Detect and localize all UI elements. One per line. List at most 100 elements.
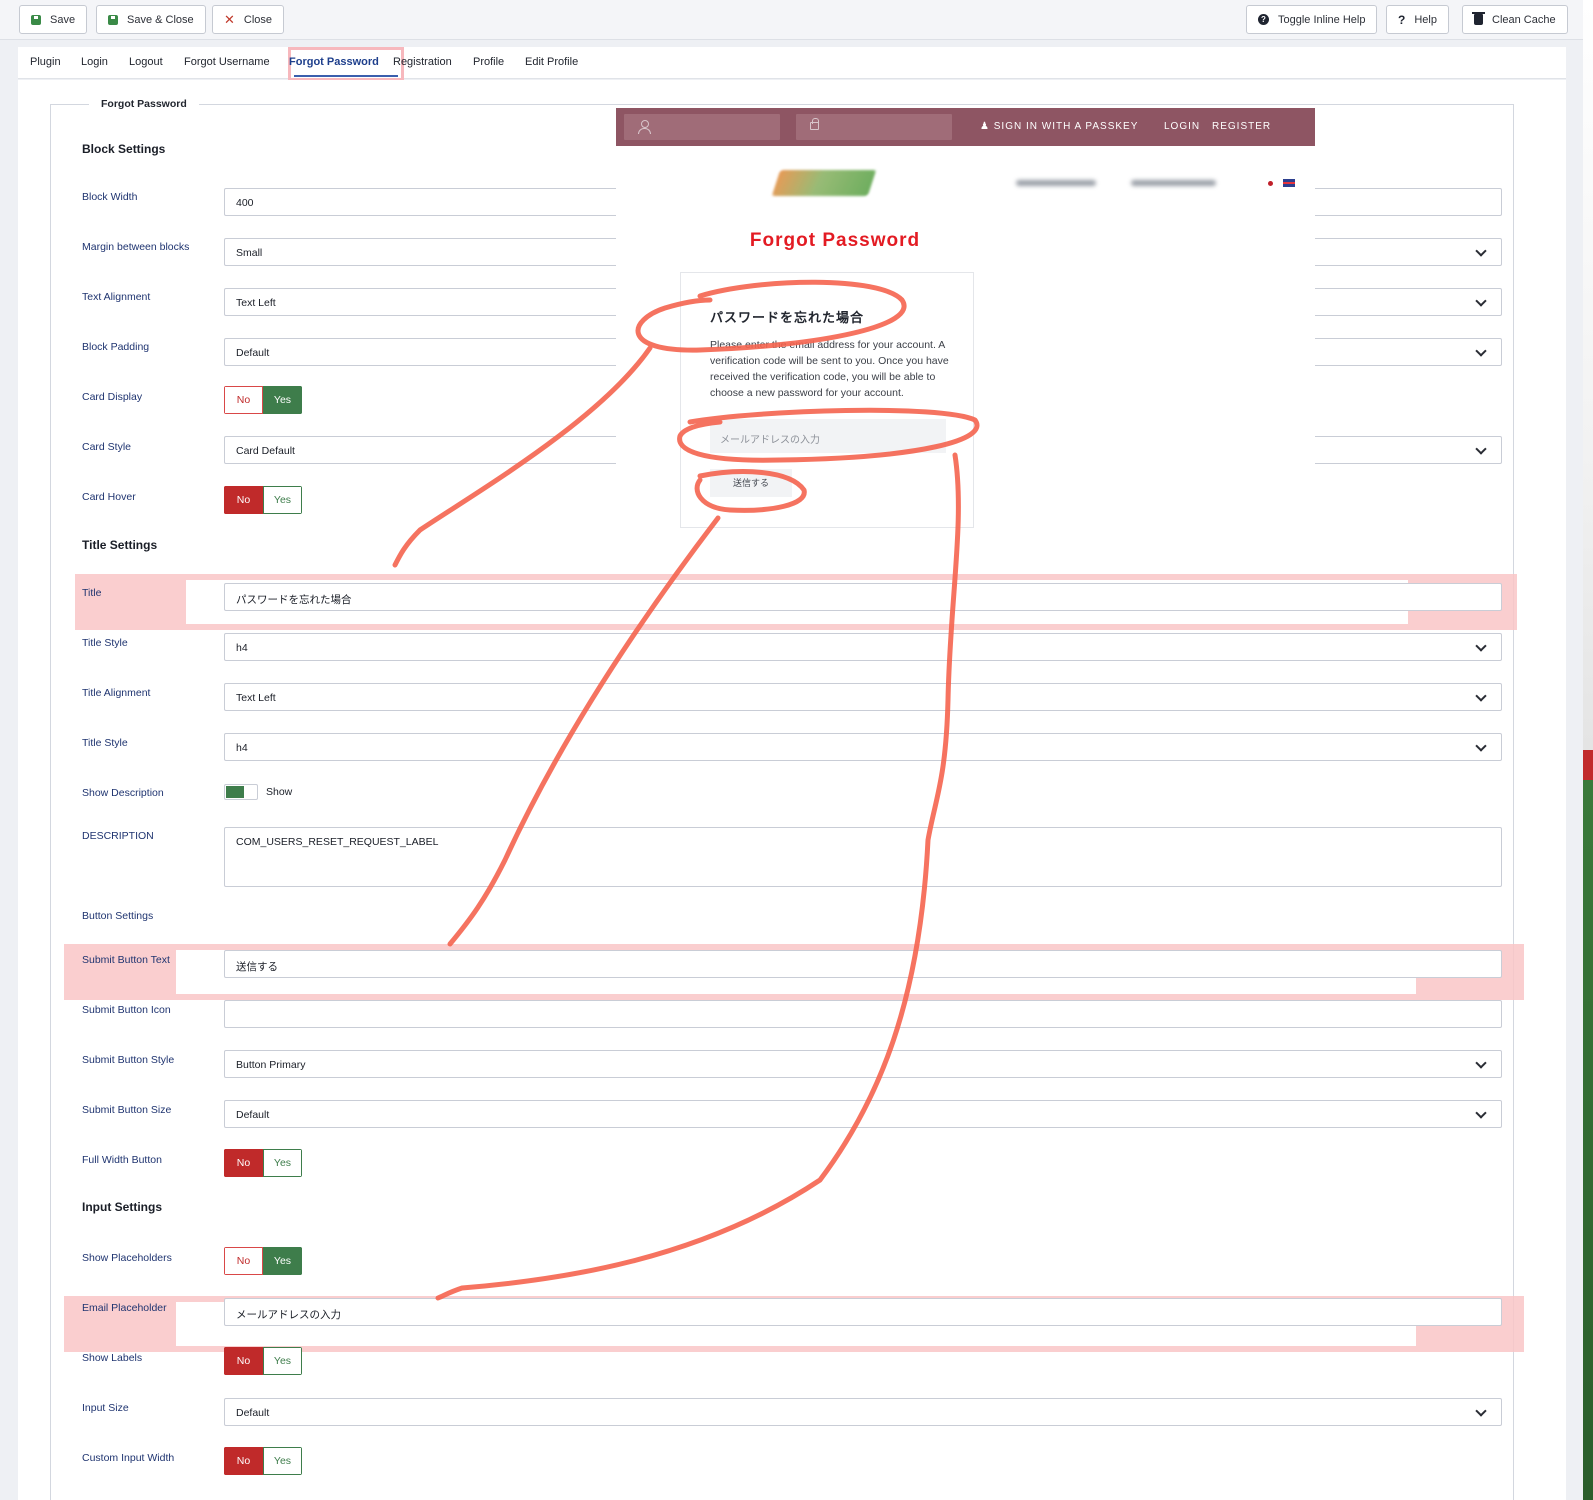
show-labels-label: Show Labels (82, 1352, 143, 1364)
show-placeholders-no[interactable]: No (224, 1247, 263, 1275)
custom-input-width-no[interactable]: No (224, 1447, 263, 1475)
preview-header-bar: ♟ SIGN IN WITH A PASSKEY LOGIN REGISTER (616, 108, 1315, 146)
card-hover-yes[interactable]: Yes (263, 486, 302, 514)
preview-login-link: LOGIN (1164, 121, 1201, 132)
custom-input-width-yes[interactable]: Yes (263, 1447, 302, 1475)
show-labels-yes[interactable]: Yes (263, 1347, 302, 1375)
toolbar: Save Save & Close ✕ Close ? Toggle Inlin… (0, 0, 1593, 40)
save-button[interactable]: Save (19, 5, 88, 34)
tab-edit-profile[interactable]: Edit Profile (525, 56, 578, 68)
preview-username-field (624, 114, 780, 140)
show-placeholders-toggle: No Yes (224, 1247, 302, 1275)
show-placeholders-yes[interactable]: Yes (263, 1247, 302, 1275)
description-textarea[interactable]: COM_USERS_RESET_REQUEST_LABEL (224, 827, 1502, 887)
tab-forgot-password[interactable]: Forgot Password (289, 56, 379, 68)
show-description-label: Show Description (82, 787, 164, 799)
title-style-2-select[interactable]: h4 (224, 733, 1502, 761)
submit-size-label: Submit Button Size (82, 1104, 172, 1116)
close-label: Close (243, 13, 273, 26)
lock-icon (810, 118, 819, 130)
clean-cache-button[interactable]: Clean Cache (1462, 5, 1568, 34)
tab-forgot-username[interactable]: Forgot Username (184, 56, 270, 68)
submit-icon-label: Submit Button Icon (82, 1004, 171, 1016)
input-settings-heading: Input Settings (82, 1200, 162, 1214)
submit-size-select[interactable]: Default (224, 1100, 1502, 1128)
toggle-inline-help-button[interactable]: ? Toggle Inline Help (1246, 5, 1378, 34)
card-display-no[interactable]: No (224, 386, 263, 414)
button-settings-heading: Button Settings (82, 910, 154, 922)
full-width-yes[interactable]: Yes (263, 1149, 302, 1177)
submit-text-label: Submit Button Text (82, 954, 170, 966)
submit-text-input[interactable]: 送信する (224, 950, 1502, 978)
tab-profile[interactable]: Profile (473, 56, 504, 68)
show-labels-no[interactable]: No (224, 1347, 263, 1375)
title-settings-heading: Title Settings (82, 538, 158, 552)
email-placeholder-input[interactable]: メールアドレスの入力 (224, 1298, 1502, 1326)
text-alignment-value: Text Left (236, 297, 276, 309)
info-icon: ? (1258, 14, 1269, 25)
trash-icon (1472, 12, 1485, 25)
card-hover-label: Card Hover (82, 491, 136, 503)
preview-passkey-link: ♟ SIGN IN WITH A PASSKEY (980, 121, 1139, 132)
preview-description: Please enter the email address for your … (710, 339, 949, 399)
text-alignment-label: Text Alignment (82, 291, 151, 303)
title-style-select[interactable]: h4 (224, 633, 1502, 661)
margin-value: Small (236, 247, 263, 259)
preview-uk-flag-icon (1282, 178, 1296, 188)
preview-nav-blurred-1 (1016, 180, 1096, 186)
full-width-toggle: No Yes (224, 1149, 302, 1177)
card-display-label: Card Display (82, 391, 143, 403)
user-icon (638, 120, 651, 134)
tab-active-underline (294, 75, 398, 77)
clean-cache-label: Clean Cache (1492, 13, 1556, 26)
preview-passkey-text: SIGN IN WITH A PASSKEY (993, 121, 1139, 132)
tab-bar: Plugin Login Logout Forgot Username Forg… (18, 47, 1566, 81)
input-size-label: Input Size (82, 1402, 129, 1414)
card-style-label: Card Style (82, 441, 132, 453)
help-button[interactable]: ? Help (1386, 5, 1449, 34)
close-button[interactable]: ✕ Close (212, 5, 285, 34)
show-labels-toggle: No Yes (224, 1347, 302, 1375)
margin-label: Margin between blocks (82, 241, 190, 253)
full-width-no[interactable]: No (224, 1149, 263, 1177)
title-input[interactable]: パスワードを忘れた場合 (224, 583, 1502, 611)
input-size-select[interactable]: Default (224, 1398, 1502, 1426)
tab-plugin[interactable]: Plugin (30, 56, 61, 68)
save-label: Save (50, 13, 76, 26)
title-style-label: Title Style (82, 637, 128, 649)
card-display-yes[interactable]: Yes (263, 386, 302, 414)
title-alignment-value: Text Left (236, 692, 276, 704)
title-style-value: h4 (236, 642, 248, 654)
tab-registration[interactable]: Registration (393, 56, 452, 68)
tab-login[interactable]: Login (81, 56, 108, 68)
frontend-preview: ♟ SIGN IN WITH A PASSKEY LOGIN REGISTER … (616, 108, 1315, 540)
preview-jp-flag-icon (1268, 181, 1273, 186)
card-display-toggle: No Yes (224, 386, 302, 414)
fieldset-legend: Forgot Password (89, 98, 199, 110)
submit-icon-input[interactable] (224, 1000, 1502, 1028)
help-label: Help (1414, 13, 1437, 26)
title-style-2-label: Title Style (82, 737, 128, 749)
save-close-button[interactable]: Save & Close (96, 5, 206, 34)
question-icon: ? (1398, 12, 1406, 27)
toggle-help-label: Toggle Inline Help (1278, 13, 1366, 26)
email-placeholder-label: Email Placeholder (82, 1302, 167, 1314)
block-settings-heading: Block Settings (82, 142, 166, 156)
description-label: DESCRIPTION (82, 830, 154, 842)
show-description-switch[interactable] (224, 784, 258, 800)
preview-card: パスワードを忘れた場合 Please enter the email addre… (680, 272, 974, 528)
card-hover-no[interactable]: No (224, 486, 263, 514)
preview-page-title: Forgot Password (749, 230, 921, 251)
title-label: Title (82, 587, 102, 599)
save-close-label: Save & Close (127, 13, 194, 26)
preview-password-field (796, 114, 952, 140)
submit-size-value: Default (236, 1109, 270, 1121)
title-alignment-select[interactable]: Text Left (224, 683, 1502, 711)
block-padding-value: Default (236, 347, 270, 359)
preview-logo (771, 170, 877, 196)
preview-email-input: メールアドレスの入力 (710, 419, 946, 453)
full-width-label: Full Width Button (82, 1154, 162, 1166)
tab-logout[interactable]: Logout (129, 56, 163, 68)
submit-style-select[interactable]: Button Primary (224, 1050, 1502, 1078)
submit-style-label: Submit Button Style (82, 1054, 175, 1066)
